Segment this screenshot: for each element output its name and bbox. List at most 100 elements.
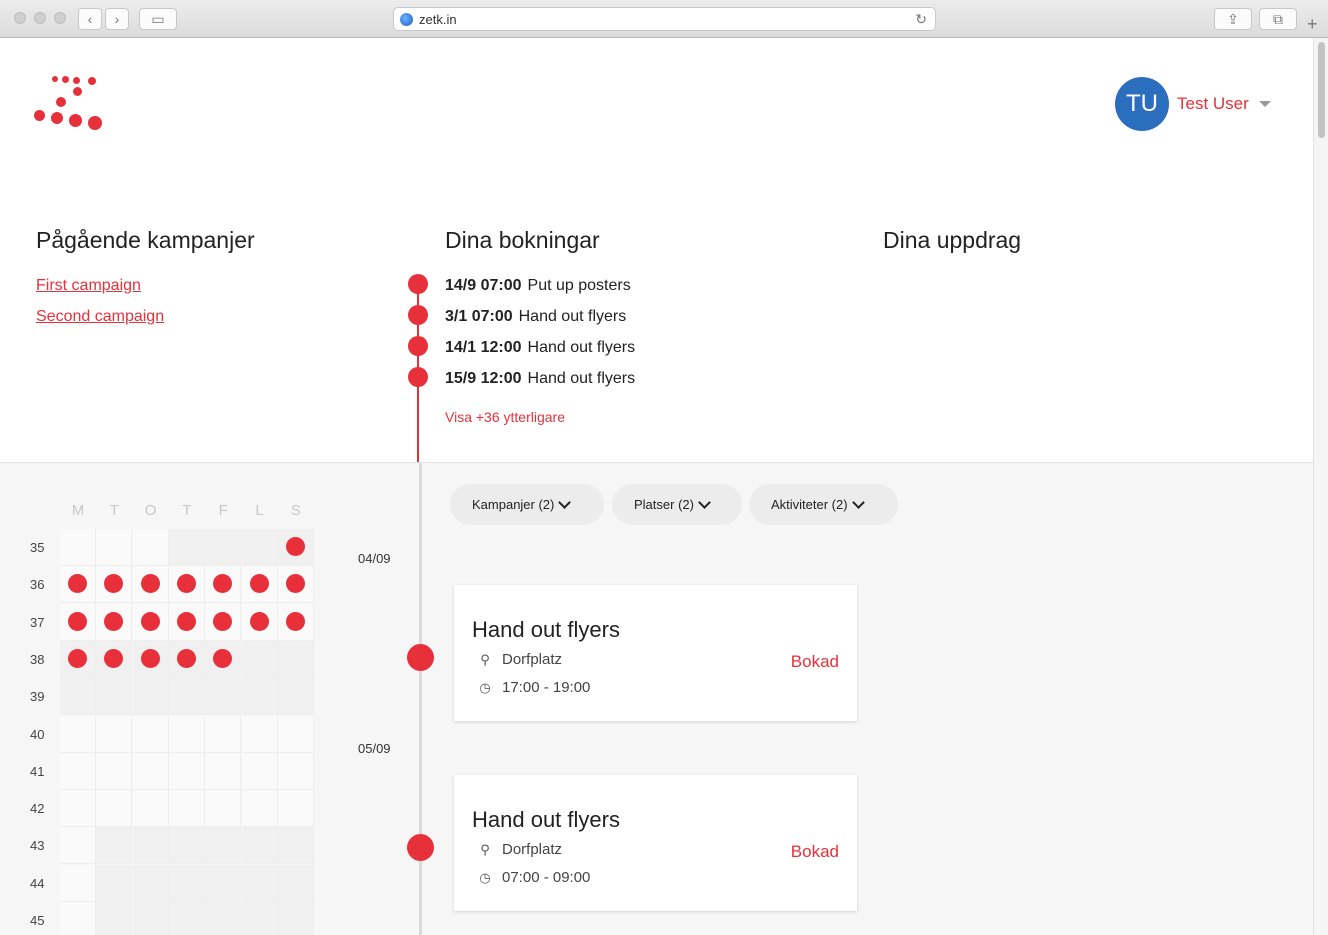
calendar-day-cell[interactable] bbox=[60, 827, 96, 865]
calendar-day-cell[interactable] bbox=[168, 566, 205, 604]
calendar-day-cell[interactable] bbox=[205, 864, 242, 902]
calendar-day-cell[interactable] bbox=[132, 640, 169, 678]
calendar-day-cell[interactable] bbox=[205, 902, 242, 935]
calendar-day-cell[interactable] bbox=[168, 864, 205, 902]
calendar-day-cell[interactable] bbox=[168, 603, 205, 641]
close-window-button[interactable] bbox=[14, 12, 26, 24]
calendar-day-cell[interactable] bbox=[96, 790, 133, 828]
calendar-day-cell[interactable] bbox=[277, 790, 314, 828]
status-badge[interactable]: Bokad bbox=[791, 652, 839, 672]
calendar-day-cell[interactable] bbox=[277, 603, 314, 641]
calendar-day-cell[interactable] bbox=[96, 864, 133, 902]
calendar-day-cell[interactable] bbox=[132, 752, 169, 790]
calendar-day-cell[interactable] bbox=[205, 566, 242, 604]
calendar-day-cell[interactable] bbox=[132, 827, 169, 865]
filter-campaigns-dropdown[interactable]: Kampanjer (2) bbox=[450, 484, 604, 525]
campaign-link[interactable]: Second campaign bbox=[36, 308, 164, 326]
page-scrollbar[interactable] bbox=[1313, 38, 1328, 935]
calendar-day-cell[interactable] bbox=[132, 678, 169, 716]
calendar-day-cell[interactable] bbox=[168, 827, 205, 865]
calendar-day-cell[interactable] bbox=[60, 603, 96, 641]
reload-icon[interactable]: ↻ bbox=[915, 11, 927, 28]
filter-activities-dropdown[interactable]: Aktiviteter (2) bbox=[749, 484, 898, 525]
calendar-day-cell[interactable] bbox=[205, 715, 242, 753]
calendar-day-cell[interactable] bbox=[205, 752, 242, 790]
calendar-day-cell[interactable] bbox=[277, 715, 314, 753]
action-card[interactable]: Hand out flyers ⚲ Dorfplatz ◷ 17:00 - 19:0… bbox=[454, 585, 857, 721]
calendar-day-cell[interactable] bbox=[60, 864, 96, 902]
show-more-bookings-link[interactable]: Visa +36 ytterligare bbox=[445, 409, 565, 425]
calendar-day-cell[interactable] bbox=[277, 827, 314, 865]
calendar-day-cell[interactable] bbox=[60, 902, 96, 935]
new-tab-button[interactable]: + bbox=[1307, 14, 1318, 35]
calendar-day-cell[interactable] bbox=[205, 827, 242, 865]
sidebar-toggle-button[interactable]: ▭ bbox=[139, 8, 177, 30]
calendar-day-cell[interactable] bbox=[60, 752, 96, 790]
calendar-day-cell[interactable] bbox=[241, 566, 278, 604]
calendar-day-cell[interactable] bbox=[168, 640, 205, 678]
calendar-day-cell[interactable] bbox=[96, 566, 133, 604]
calendar-day-cell[interactable] bbox=[60, 566, 96, 604]
calendar-day-cell[interactable] bbox=[241, 603, 278, 641]
zetkin-logo[interactable] bbox=[30, 73, 110, 133]
calendar-day-cell[interactable] bbox=[277, 902, 314, 935]
calendar-day-cell[interactable] bbox=[168, 715, 205, 753]
calendar-day-cell[interactable] bbox=[277, 566, 314, 604]
calendar-day-cell[interactable] bbox=[96, 752, 133, 790]
calendar-day-cell[interactable] bbox=[205, 529, 242, 566]
calendar-day-cell[interactable] bbox=[205, 678, 242, 716]
user-menu[interactable]: TU Test User bbox=[1115, 77, 1271, 131]
address-bar[interactable]: zetk.in ↻ bbox=[393, 7, 936, 31]
calendar-day-cell[interactable] bbox=[60, 640, 96, 678]
calendar-day-cell[interactable] bbox=[277, 529, 314, 566]
calendar-day-cell[interactable] bbox=[241, 715, 278, 753]
calendar-day-cell[interactable] bbox=[241, 864, 278, 902]
calendar-day-cell[interactable] bbox=[168, 678, 205, 716]
calendar-day-cell[interactable] bbox=[168, 902, 205, 935]
booking-item[interactable]: 15/9 12:00 Hand out flyers bbox=[445, 370, 635, 388]
zoom-window-button[interactable] bbox=[54, 12, 66, 24]
calendar-day-cell[interactable] bbox=[96, 603, 133, 641]
calendar-day-cell[interactable] bbox=[168, 752, 205, 790]
calendar-day-cell[interactable] bbox=[132, 603, 169, 641]
calendar-day-cell[interactable] bbox=[205, 790, 242, 828]
calendar-day-cell[interactable] bbox=[96, 715, 133, 753]
calendar-day-cell[interactable] bbox=[241, 902, 278, 935]
calendar-day-cell[interactable] bbox=[60, 790, 96, 828]
booking-item[interactable]: 3/1 07:00 Hand out flyers bbox=[445, 308, 626, 326]
booking-item[interactable]: 14/9 07:00 Put up posters bbox=[445, 277, 631, 295]
calendar-day-cell[interactable] bbox=[168, 790, 205, 828]
minimize-window-button[interactable] bbox=[34, 12, 46, 24]
calendar-day-cell[interactable] bbox=[277, 864, 314, 902]
calendar-day-cell[interactable] bbox=[277, 752, 314, 790]
calendar-day-cell[interactable] bbox=[205, 603, 242, 641]
filter-locations-dropdown[interactable]: Platser (2) bbox=[612, 484, 742, 525]
back-button[interactable]: ‹ bbox=[78, 8, 102, 30]
calendar-day-cell[interactable] bbox=[96, 678, 133, 716]
calendar-day-cell[interactable] bbox=[241, 529, 278, 566]
booking-item[interactable]: 14/1 12:00 Hand out flyers bbox=[445, 339, 635, 357]
scrollbar-thumb[interactable] bbox=[1318, 42, 1325, 138]
calendar-day-cell[interactable] bbox=[132, 902, 169, 935]
calendar-day-cell[interactable] bbox=[60, 678, 96, 716]
calendar-day-cell[interactable] bbox=[132, 790, 169, 828]
calendar-day-cell[interactable] bbox=[277, 640, 314, 678]
calendar-day-cell[interactable] bbox=[96, 827, 133, 865]
calendar-day-cell[interactable] bbox=[132, 715, 169, 753]
calendar-day-cell[interactable] bbox=[96, 529, 133, 566]
calendar-day-cell[interactable] bbox=[241, 640, 278, 678]
calendar-day-cell[interactable] bbox=[132, 529, 169, 566]
calendar-day-cell[interactable] bbox=[96, 640, 133, 678]
calendar-day-cell[interactable] bbox=[132, 864, 169, 902]
calendar-day-cell[interactable] bbox=[60, 715, 96, 753]
calendar-day-cell[interactable] bbox=[241, 678, 278, 716]
status-badge[interactable]: Bokad bbox=[791, 842, 839, 862]
calendar-day-cell[interactable] bbox=[277, 678, 314, 716]
forward-button[interactable]: › bbox=[105, 8, 129, 30]
calendar-day-cell[interactable] bbox=[168, 529, 205, 566]
tabs-overview-button[interactable]: ⧉ bbox=[1259, 8, 1297, 30]
calendar-day-cell[interactable] bbox=[96, 902, 133, 935]
campaign-link[interactable]: First campaign bbox=[36, 277, 141, 295]
calendar-day-cell[interactable] bbox=[60, 529, 96, 566]
calendar-day-cell[interactable] bbox=[241, 752, 278, 790]
